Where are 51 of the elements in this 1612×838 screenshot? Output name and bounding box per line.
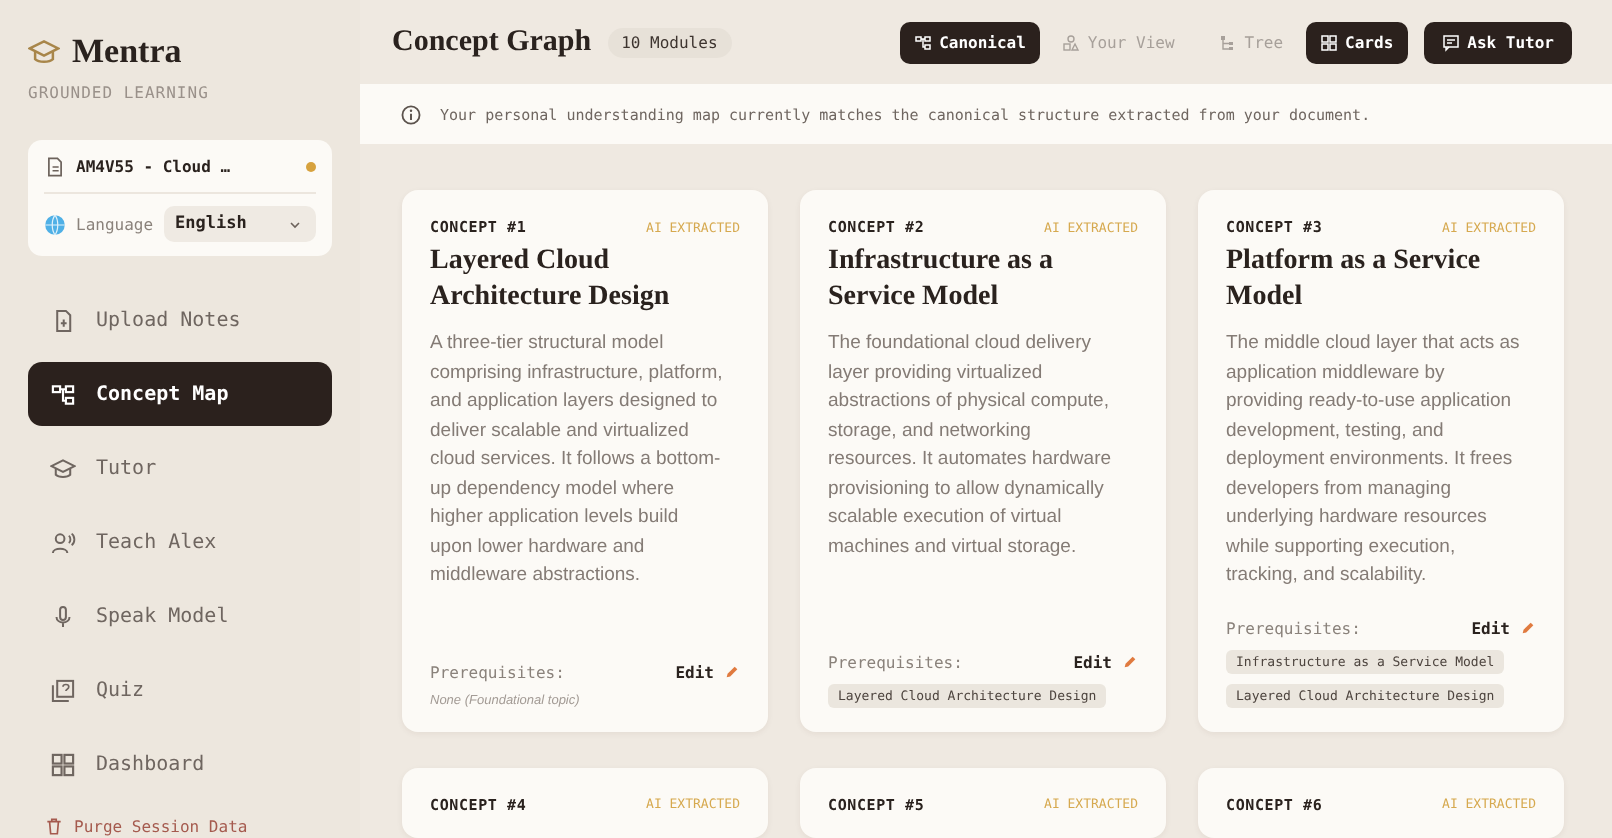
edit-button[interactable]: Edit <box>1073 653 1138 671</box>
grid-icon <box>50 751 76 777</box>
edit-button[interactable]: Edit <box>1471 619 1536 637</box>
ask-tutor-button[interactable]: Ask Tutor <box>1423 21 1572 63</box>
concept-title: Layered Cloud Architecture Design <box>430 244 672 316</box>
person-speaking-icon <box>50 529 76 555</box>
edit-button[interactable]: Edit <box>675 663 740 681</box>
tree-icon <box>1218 33 1237 51</box>
page-title: Concept Graph <box>392 25 592 59</box>
nav-item[interactable]: Upload Notes <box>28 288 332 352</box>
document-icon <box>44 156 66 178</box>
info-icon <box>400 103 422 125</box>
trash-icon <box>44 816 64 836</box>
nav-item[interactable]: Quiz <box>28 658 332 722</box>
graduation-cap-icon <box>28 36 60 68</box>
pencil-icon <box>1122 654 1138 670</box>
nav-item[interactable]: Teach Alex <box>28 510 332 574</box>
grid-icon <box>1319 33 1338 51</box>
graduation-cap-icon <box>50 455 76 481</box>
microphone-icon <box>50 603 76 629</box>
concept-description: The foundational cloud delivery layer providing virtualized abstractions of physical compute, storage, and networking resources. It automates hardware provisioning to allow dynamically scalable execution of virtual machines and virtual storage. <box>828 330 1114 561</box>
language-label: Language <box>76 215 154 233</box>
pencil-icon <box>724 664 740 680</box>
node-map-icon <box>50 381 76 407</box>
language-dropdown[interactable]: English <box>163 206 316 242</box>
shapes-icon <box>1061 33 1080 51</box>
nav-item[interactable]: Speak Model <box>28 584 332 648</box>
file-plus-icon <box>50 307 76 333</box>
node-map-icon <box>913 33 932 51</box>
concept-title: Platform as a Service Model <box>1226 244 1483 316</box>
concept-title: Infrastructure as a Service Model <box>828 244 1056 316</box>
chat-icon <box>1441 33 1460 51</box>
document-name: AM4V55 - Cloud … <box>76 158 233 176</box>
nav-item[interactable]: Tutor <box>28 436 332 500</box>
app-logo-text: Mentra <box>72 32 182 72</box>
purge-link[interactable]: Purge Session Data <box>28 816 332 836</box>
question-card-icon <box>50 677 76 703</box>
prerequisites-label: Prerequisites: <box>1226 619 1361 637</box>
prerequisites-label: Prerequisites: <box>828 653 963 671</box>
status-dot <box>306 162 316 172</box>
view-toggle[interactable]: Cards <box>1305 21 1408 63</box>
app-tagline: GROUNDED LEARNING <box>28 84 211 102</box>
concept-description: A three-tier structural model comprising infrastructure, platform, and application layers designed to deliver scalable and virtualized cloud services. It follows a bottom-up dependency model where higher application levels build upon lower hardware and middleware abstractions. <box>430 330 725 590</box>
globe-icon <box>44 213 66 235</box>
view-toggle[interactable]: Canonical <box>899 21 1040 63</box>
concept-description: The middle cloud layer that acts as application middleware by providing ready-to-use application development, testing, and deployment environments. It frees developers from managing underlying hardware resources while supporting execution, tracking, and scalability. <box>1226 330 1522 590</box>
modules-count: 10 Modules <box>607 27 732 57</box>
nav-item[interactable]: Concept Map <box>28 362 332 426</box>
pencil-icon <box>1520 620 1536 636</box>
nav-item[interactable]: Dashboard <box>28 732 332 796</box>
prerequisites-label: Prerequisites: <box>430 663 565 681</box>
